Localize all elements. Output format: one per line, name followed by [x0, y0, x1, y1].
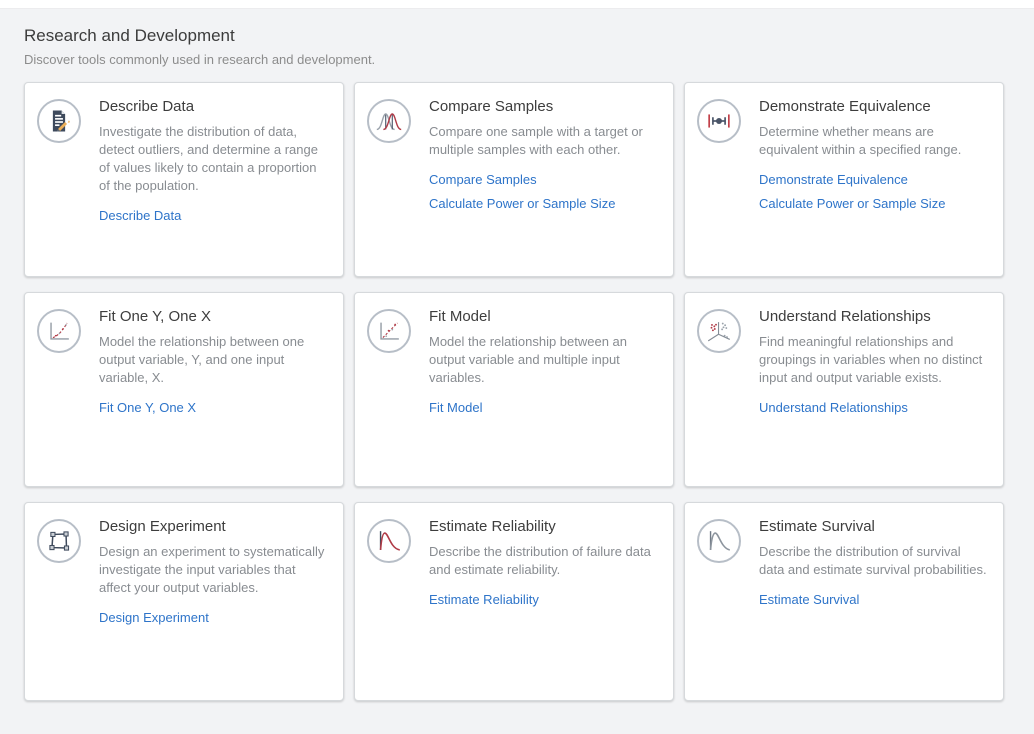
card-content: Estimate Survival Describe the distribut… [759, 517, 987, 607]
page-title: Research and Development [24, 25, 1004, 47]
link-estimate-reliability[interactable]: Estimate Reliability [429, 593, 657, 607]
page-subtitle: Discover tools commonly used in research… [24, 52, 1004, 68]
card-title: Describe Data [99, 97, 327, 117]
card-title: Fit Model [429, 307, 657, 327]
design-space-icon [37, 519, 81, 563]
link-calculate-power-or-sample-size[interactable]: Calculate Power or Sample Size [429, 197, 657, 211]
link-understand-relationships[interactable]: Understand Relationships [759, 401, 987, 415]
scatter-curve-icon [37, 309, 81, 353]
card-description: Design an experiment to systematically i… [99, 543, 327, 597]
3d-scatter-icon [697, 309, 741, 353]
link-fit-one-y-one-x[interactable]: Fit One Y, One X [99, 401, 327, 415]
card-title: Understand Relationships [759, 307, 987, 327]
link-estimate-survival[interactable]: Estimate Survival [759, 593, 987, 607]
card-description: Find meaningful relationships and groupi… [759, 333, 987, 387]
card-description: Investigate the distribution of data, de… [99, 123, 327, 195]
document-pencil-icon [37, 99, 81, 143]
card-links: Fit One Y, One X [99, 401, 327, 415]
link-design-experiment[interactable]: Design Experiment [99, 611, 327, 625]
card-compare-samples: Compare Samples Compare one sample with … [354, 82, 674, 277]
research-and-development-page: Research and Development Discover tools … [0, 25, 1034, 701]
card-title: Estimate Reliability [429, 517, 657, 537]
card-understand-relationships: Understand Relationships Find meaningful… [684, 292, 1004, 487]
card-fit-one-y-one-x: Fit One Y, One X Model the relationship … [24, 292, 344, 487]
card-description: Describe the distribution of failure dat… [429, 543, 657, 579]
card-title: Fit One Y, One X [99, 307, 327, 327]
card-title: Compare Samples [429, 97, 657, 117]
card-links: Describe Data [99, 209, 327, 223]
card-describe-data: Describe Data Investigate the distributi… [24, 82, 344, 277]
card-content: Understand Relationships Find meaningful… [759, 307, 987, 415]
link-demonstrate-equivalence[interactable]: Demonstrate Equivalence [759, 173, 987, 187]
card-links: Demonstrate Equivalence Calculate Power o… [759, 173, 987, 211]
card-links: Estimate Survival [759, 593, 987, 607]
card-description: Describe the distribution of survival da… [759, 543, 987, 579]
failure-distribution-icon [367, 519, 411, 563]
card-description: Determine whether means are equivalent w… [759, 123, 987, 159]
top-divider [0, 0, 1034, 9]
card-estimate-survival: Estimate Survival Describe the distribut… [684, 502, 1004, 701]
card-estimate-reliability: Estimate Reliability Describe the distri… [354, 502, 674, 701]
card-description: Compare one sample with a target or mult… [429, 123, 657, 159]
link-calculate-power-or-sample-size[interactable]: Calculate Power or Sample Size [759, 197, 987, 211]
equivalence-interval-icon [697, 99, 741, 143]
card-demonstrate-equivalence: Demonstrate Equivalence Determine whethe… [684, 82, 1004, 277]
cards-grid: Describe Data Investigate the distributi… [24, 82, 1004, 701]
card-content: Fit One Y, One X Model the relationship … [99, 307, 327, 415]
card-content: Compare Samples Compare one sample with … [429, 97, 657, 211]
card-title: Design Experiment [99, 517, 327, 537]
card-links: Estimate Reliability [429, 593, 657, 607]
card-content: Estimate Reliability Describe the distri… [429, 517, 657, 607]
overlaid-distributions-icon [367, 99, 411, 143]
card-links: Fit Model [429, 401, 657, 415]
card-links: Design Experiment [99, 611, 327, 625]
card-design-experiment: Design Experiment Design an experiment t… [24, 502, 344, 701]
card-description: Model the relationship between an output… [429, 333, 657, 387]
link-fit-model[interactable]: Fit Model [429, 401, 657, 415]
scatter-line-icon [367, 309, 411, 353]
link-compare-samples[interactable]: Compare Samples [429, 173, 657, 187]
survival-distribution-icon [697, 519, 741, 563]
card-content: Describe Data Investigate the distributi… [99, 97, 327, 223]
card-description: Model the relationship between one outpu… [99, 333, 327, 387]
card-links: Understand Relationships [759, 401, 987, 415]
card-fit-model: Fit Model Model the relationship between… [354, 292, 674, 487]
page-header: Research and Development Discover tools … [24, 25, 1004, 68]
card-content: Design Experiment Design an experiment t… [99, 517, 327, 625]
card-content: Demonstrate Equivalence Determine whethe… [759, 97, 987, 211]
card-content: Fit Model Model the relationship between… [429, 307, 657, 415]
link-describe-data[interactable]: Describe Data [99, 209, 327, 223]
card-title: Demonstrate Equivalence [759, 97, 987, 117]
card-title: Estimate Survival [759, 517, 987, 537]
card-links: Compare Samples Calculate Power or Sample… [429, 173, 657, 211]
